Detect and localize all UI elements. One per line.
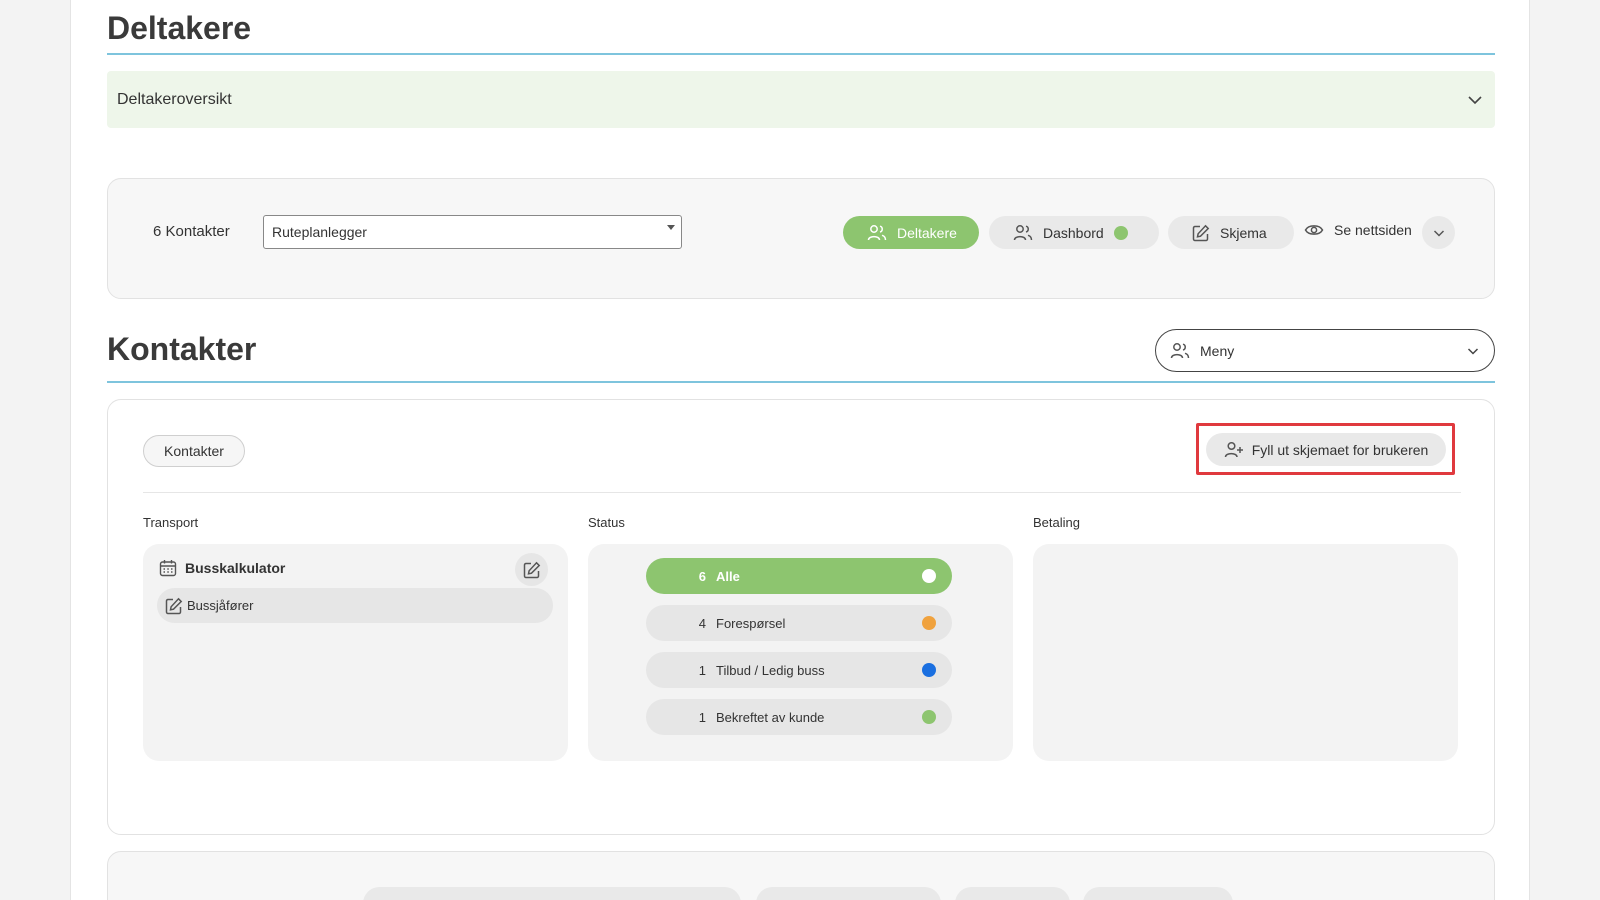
payment-heading: Betaling [1033, 515, 1080, 530]
users-icon [1170, 341, 1190, 361]
status-dot [922, 663, 936, 677]
select-value: Ruteplanlegger [272, 224, 367, 240]
edit-icon [523, 561, 541, 579]
chevron-down-icon [1466, 344, 1480, 358]
action-button[interactable] [756, 887, 941, 900]
status-heading: Status [588, 515, 625, 530]
contacts-tag-button[interactable]: Kontakter [143, 435, 245, 467]
toolbar-panel: 6 Kontakter Ruteplanlegger Deltakere Das… [107, 178, 1495, 299]
users-icon [1013, 223, 1033, 243]
status-count: 6 [698, 568, 706, 584]
contacts-panel: Kontakter Fyll ut skjemaet for brukeren … [107, 399, 1495, 835]
more-dropdown-button[interactable] [1422, 216, 1455, 249]
actions-panel [107, 851, 1495, 900]
page-title: Deltakere [107, 10, 252, 46]
tab-label: Dashbord [1043, 224, 1104, 241]
tab-deltakere[interactable]: Deltakere [843, 216, 979, 249]
title-divider [107, 53, 1495, 55]
eye-icon [1304, 220, 1324, 240]
status-dot [1113, 225, 1128, 240]
chevron-down-icon [1467, 92, 1483, 108]
view-site-label: Se nettsiden [1334, 222, 1412, 238]
overview-accordion[interactable]: Deltakeroversikt [107, 71, 1495, 128]
payment-card [1033, 544, 1458, 761]
panel-divider [143, 492, 1461, 493]
view-site-link[interactable]: Se nettsiden [1304, 220, 1412, 240]
calendar-icon [159, 559, 177, 577]
edit-calculator-button[interactable] [515, 553, 548, 586]
action-button[interactable] [955, 887, 1070, 900]
status-label: Alle [716, 568, 740, 584]
status-dot [922, 569, 936, 583]
calculator-row: Busskalkulator [159, 559, 285, 577]
tab-label: Deltakere [897, 224, 957, 241]
page: Deltakere Deltakeroversikt 6 Kontakter R… [70, 0, 1530, 900]
route-planner-select[interactable]: Ruteplanlegger [263, 215, 682, 249]
transport-heading: Transport [143, 515, 199, 530]
status-label: Forespørsel [716, 615, 786, 631]
accordion-label: Deltakeroversikt [117, 90, 232, 108]
status-card: 6 Alle 4 Forespørsel 1 Tilbud / Ledig bu… [588, 544, 1013, 761]
bus-driver-label: Bussjåfører [187, 598, 254, 613]
tab-skjema[interactable]: Skjema [1168, 216, 1294, 249]
status-filter-tilbud[interactable]: 1 Tilbud / Ledig buss [646, 652, 952, 688]
tab-dashbord[interactable]: Dashbord [989, 216, 1159, 249]
status-label: Bekreftet av kunde [716, 709, 825, 725]
bus-driver-item[interactable]: Bussjåfører [157, 588, 553, 623]
edit-icon [1192, 224, 1210, 242]
status-label: Tilbud / Ledig buss [716, 662, 825, 678]
status-filter-bekreftet[interactable]: 1 Bekreftet av kunde [646, 699, 952, 735]
status-dot [922, 710, 936, 724]
section-divider [107, 381, 1495, 383]
status-filter-alle[interactable]: 6 Alle [646, 558, 952, 594]
edit-icon [165, 597, 183, 615]
status-count: 4 [698, 615, 706, 631]
menu-label: Meny [1200, 342, 1235, 359]
contacts-count: 6 Kontakter [153, 223, 230, 240]
fill-form-label: Fyll ut skjemaet for brukeren [1251, 441, 1429, 458]
chevron-down-icon [1432, 226, 1446, 240]
calculator-label: Busskalkulator [185, 560, 286, 576]
section-title: Kontakter [107, 331, 257, 367]
status-filter-foresporsel[interactable]: 4 Forespørsel [646, 605, 952, 641]
status-dot [922, 616, 936, 630]
add-user-icon [1224, 440, 1244, 460]
transport-card: Busskalkulator Bussjåfører [143, 544, 568, 761]
status-count: 1 [698, 662, 706, 678]
action-button[interactable] [363, 887, 741, 900]
fill-form-button[interactable]: Fyll ut skjemaet for brukeren [1206, 433, 1446, 466]
tab-label: Skjema [1220, 224, 1267, 241]
status-count: 1 [698, 709, 706, 725]
action-button[interactable] [1083, 887, 1233, 900]
users-icon [867, 223, 887, 243]
select-caret-icon [667, 225, 675, 230]
menu-dropdown[interactable]: Meny [1155, 329, 1495, 372]
